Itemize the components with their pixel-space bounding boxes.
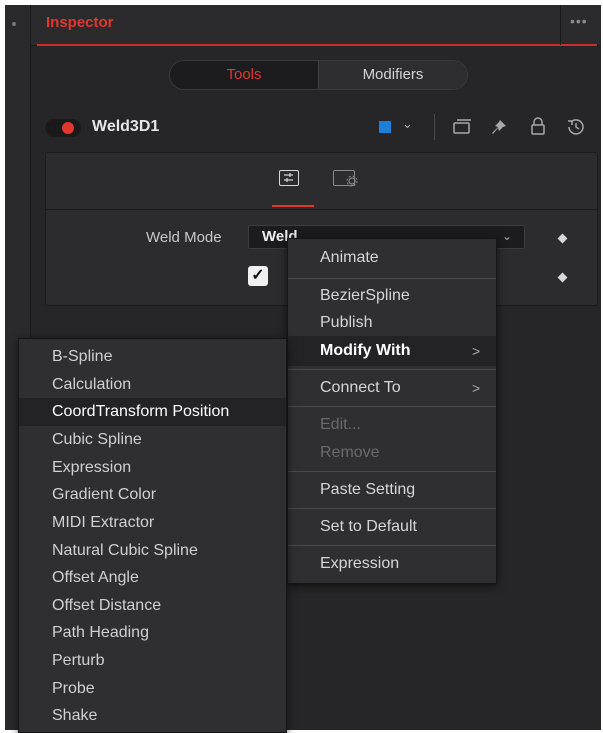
weld-checkbox[interactable]: ✓: [248, 266, 268, 286]
active-page-underline: [272, 205, 314, 207]
panel-title: Inspector: [46, 14, 114, 31]
menu-item-expression[interactable]: Expression: [320, 555, 399, 573]
submenu-item-midi-extractor[interactable]: MIDI Extractor: [52, 514, 154, 532]
submenu-item-path-heading[interactable]: Path Heading: [52, 624, 149, 642]
chevron-down-icon: ⌄: [502, 229, 513, 243]
chevron-down-icon[interactable]: ⌄: [402, 116, 413, 132]
menu-separator: [288, 471, 496, 472]
inspector-header: [31, 5, 601, 46]
more-options-icon[interactable]: •••: [570, 13, 588, 29]
submenu-item-perturb[interactable]: Perturb: [52, 652, 104, 670]
menu-item-remove: Remove: [320, 444, 380, 461]
menu-separator: [288, 545, 496, 546]
submenu-arrow-icon: >: [472, 380, 481, 396]
menu-item-edit: Edit...: [320, 416, 361, 433]
menu-item-animate[interactable]: Animate: [320, 249, 379, 267]
menu-item-publish[interactable]: Publish: [320, 314, 372, 332]
version-icon[interactable]: [451, 118, 473, 136]
toggle-dot-icon: [62, 122, 74, 134]
menu-item-modify-with[interactable]: Modify With: [320, 342, 411, 360]
menu-item-paste-setting[interactable]: Paste Setting: [320, 481, 415, 499]
submenu-item-gradient-color[interactable]: Gradient Color: [52, 486, 156, 504]
menu-separator: [288, 406, 496, 407]
tab-tools[interactable]: Tools: [170, 61, 318, 89]
submenu-item-coordtransform-position[interactable]: CoordTransform Position: [52, 403, 229, 421]
submenu-item-shake[interactable]: Shake: [52, 707, 97, 725]
menu-separator: [288, 508, 496, 509]
submenu-arrow-icon: >: [472, 343, 481, 359]
lock-icon[interactable]: [529, 116, 547, 136]
menu-item-connect-to[interactable]: Connect To: [320, 379, 401, 397]
submenu-item-offset-angle[interactable]: Offset Angle: [52, 569, 139, 587]
strip-handle-icon[interactable]: [12, 22, 16, 26]
title-underline: [37, 44, 597, 46]
header-divider: [560, 5, 561, 45]
node-name: Weld3D1: [92, 118, 160, 135]
submenu-item-expression[interactable]: Expression: [52, 459, 131, 477]
menu-separator: [288, 369, 496, 370]
toolbar-divider: [434, 114, 435, 140]
tab-modifiers[interactable]: Modifiers: [319, 61, 467, 89]
pin-icon[interactable]: [490, 118, 508, 136]
submenu-item-calculation[interactable]: Calculation: [52, 376, 131, 394]
menu-item-bezierspline[interactable]: BezierSpline: [320, 287, 410, 305]
controls-page-icon[interactable]: [279, 170, 299, 186]
submenu-item-offset-distance[interactable]: Offset Distance: [52, 597, 161, 615]
submenu-item-natural-cubic-spline[interactable]: Natural Cubic Spline: [52, 542, 198, 560]
submenu-item-probe[interactable]: Probe: [52, 680, 95, 698]
menu-item-set-to-default[interactable]: Set to Default: [320, 518, 417, 536]
submenu-item-cubic-spline[interactable]: Cubic Spline: [52, 431, 142, 449]
weld-mode-label: Weld Mode: [146, 229, 222, 246]
settings-page-icon[interactable]: [333, 170, 358, 187]
node-color-swatch[interactable]: [379, 121, 391, 133]
reset-icon[interactable]: [566, 117, 586, 137]
menu-separator: [288, 278, 496, 279]
panel-divider: [45, 209, 598, 210]
submenu-item-b-spline[interactable]: B-Spline: [52, 348, 112, 366]
